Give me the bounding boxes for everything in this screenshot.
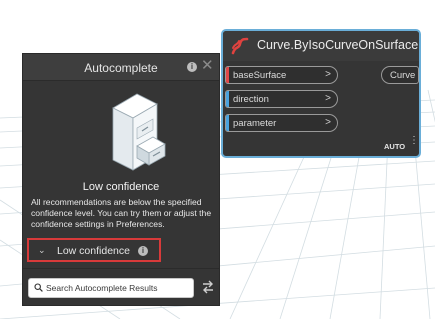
- confidence-dropdown[interactable]: ⌄ Low confidence i: [27, 238, 161, 262]
- swap-icon[interactable]: [202, 280, 214, 294]
- port-parameter[interactable]: parameter >: [225, 114, 338, 132]
- port-basesurface[interactable]: baseSurface >: [225, 66, 338, 84]
- port-direction[interactable]: direction >: [225, 90, 338, 108]
- node-header[interactable]: Curve.ByIsoCurveOnSurface: [223, 31, 419, 61]
- port-label: parameter: [233, 118, 277, 129]
- curve-node[interactable]: Curve.ByIsoCurveOnSurface baseSurface > …: [221, 29, 421, 158]
- more-options-icon[interactable]: ⋮: [409, 136, 419, 146]
- panel-header: Autocomplete i ✕: [23, 54, 219, 81]
- confidence-description: All recommendations are below the specif…: [31, 197, 212, 229]
- curve-icon: [231, 37, 249, 55]
- search-input[interactable]: [46, 281, 191, 295]
- info-icon[interactable]: i: [138, 246, 148, 256]
- chevron-right-icon: >: [325, 69, 331, 80]
- close-icon[interactable]: ✕: [201, 58, 214, 74]
- search-icon: [34, 283, 43, 292]
- output-label: Curve: [390, 70, 416, 81]
- info-icon[interactable]: i: [187, 62, 197, 72]
- port-indicator: [226, 115, 229, 131]
- autocomplete-panel: Autocomplete i ✕ Low confidence All reco…: [22, 53, 220, 306]
- search-box[interactable]: [28, 278, 194, 298]
- port-indicator: [226, 91, 229, 107]
- output-port-curve[interactable]: Curve: [381, 66, 419, 84]
- divider: [23, 268, 219, 269]
- port-label: baseSurface: [233, 70, 287, 81]
- chevron-right-icon: >: [325, 93, 331, 104]
- lacing-label: AUTO: [384, 142, 406, 151]
- dropdown-label: Low confidence: [57, 245, 130, 257]
- chevron-down-icon: ⌄: [38, 245, 46, 255]
- port-label: direction: [233, 94, 269, 105]
- chevron-right-icon: >: [325, 117, 331, 128]
- node-title: Curve.ByIsoCurveOnSurface: [257, 38, 419, 52]
- confidence-title: Low confidence: [82, 181, 160, 193]
- port-indicator: [226, 67, 229, 83]
- file-cabinet-icon: [112, 93, 166, 171]
